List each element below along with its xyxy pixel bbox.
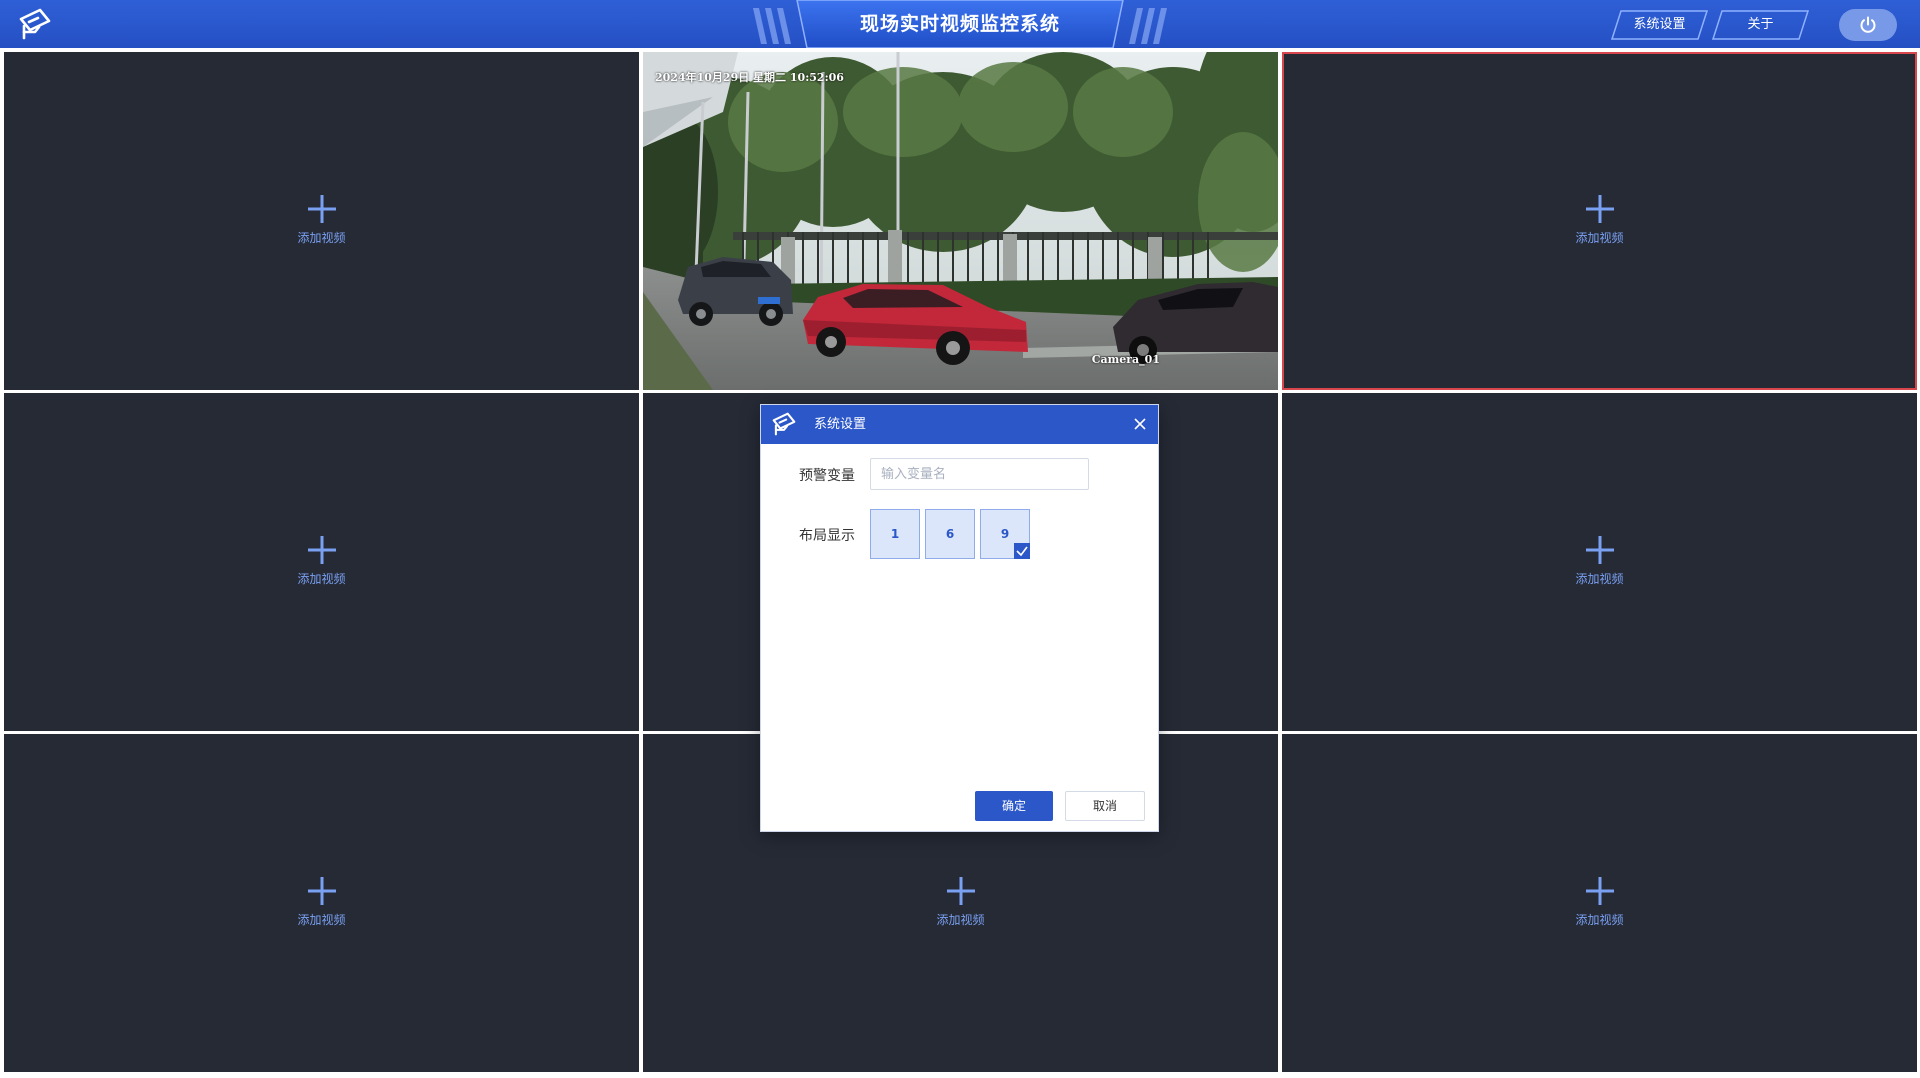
video-cell[interactable]: 添加视频 (4, 393, 639, 731)
power-button[interactable] (1839, 9, 1897, 41)
nav-about[interactable]: 关于 (1712, 10, 1809, 40)
alert-variable-label: 预警变量 (799, 468, 855, 484)
layout-label: 布局显示 (799, 528, 855, 544)
camera-feed[interactable]: 2024年10月29日 星期二 10:52:06 Camera_01 (643, 52, 1278, 390)
video-cell[interactable]: 2024年10月29日 星期二 10:52:06 Camera_01 (643, 52, 1278, 390)
checkmark-icon (1014, 543, 1030, 559)
add-video-label: 添加视频 (936, 913, 985, 927)
add-video-label: 添加视频 (297, 231, 346, 245)
video-cell-selected[interactable]: 添加视频 (1282, 52, 1917, 390)
plus-icon (1585, 536, 1614, 564)
nav-about-label: 关于 (1747, 17, 1774, 32)
add-video-label: 添加视频 (1575, 572, 1624, 586)
close-icon[interactable] (1132, 416, 1148, 432)
add-video-label: 添加视频 (297, 913, 346, 927)
ok-button[interactable]: 确定 (975, 791, 1053, 821)
video-cell[interactable]: 添加视频 (4, 52, 639, 390)
plus-icon (1585, 195, 1614, 223)
plus-icon (307, 195, 336, 223)
feed-camera-name: Camera_01 (1091, 353, 1160, 366)
nav-system-settings-label: 系统设置 (1633, 17, 1686, 32)
add-video-button[interactable]: 添加视频 (4, 734, 639, 1072)
add-video-button[interactable]: 添加视频 (4, 52, 639, 390)
add-video-label: 添加视频 (1575, 913, 1624, 927)
plus-icon (307, 536, 336, 564)
title-banner: 现场实时视频监控系统 (745, 0, 1175, 48)
plus-icon (946, 877, 975, 905)
settings-dialog: 系统设置 预警变量 布局显示 1 6 9 确定 取消 (760, 404, 1159, 832)
plus-icon (307, 877, 336, 905)
alert-variable-input[interactable] (870, 458, 1089, 490)
layout-option-9-label: 9 (1000, 527, 1010, 541)
nav-system-settings[interactable]: 系统设置 (1611, 10, 1708, 40)
add-video-label: 添加视频 (297, 572, 346, 586)
video-cell[interactable]: 添加视频 (4, 734, 639, 1072)
layout-option-1[interactable]: 1 (870, 509, 920, 559)
add-video-button[interactable]: 添加视频 (1282, 734, 1917, 1072)
add-video-label: 添加视频 (1575, 231, 1624, 245)
video-cell[interactable]: 添加视频 (1282, 734, 1917, 1072)
dialog-title: 系统设置 (814, 417, 867, 432)
app-header: 现场实时视频监控系统 系统设置 关于 (0, 0, 1920, 48)
surveillance-camera-logo (772, 412, 796, 436)
add-video-button[interactable]: 添加视频 (1282, 393, 1917, 731)
page-title: 现场实时视频监控系统 (859, 13, 1060, 35)
camera-frame (643, 52, 1278, 390)
plus-icon (1585, 877, 1614, 905)
dialog-header: 系统设置 (761, 405, 1158, 444)
video-cell[interactable]: 添加视频 (1282, 393, 1917, 731)
surveillance-camera-logo (19, 8, 51, 40)
feed-timestamp: 2024年10月29日 星期二 10:52:06 (655, 71, 844, 84)
add-video-button[interactable]: 添加视频 (1282, 52, 1917, 390)
cancel-button[interactable]: 取消 (1065, 791, 1145, 821)
power-icon (1860, 16, 1876, 33)
layout-option-6[interactable]: 6 (925, 509, 975, 559)
layout-option-9[interactable]: 9 (980, 509, 1030, 559)
add-video-button[interactable]: 添加视频 (4, 393, 639, 731)
